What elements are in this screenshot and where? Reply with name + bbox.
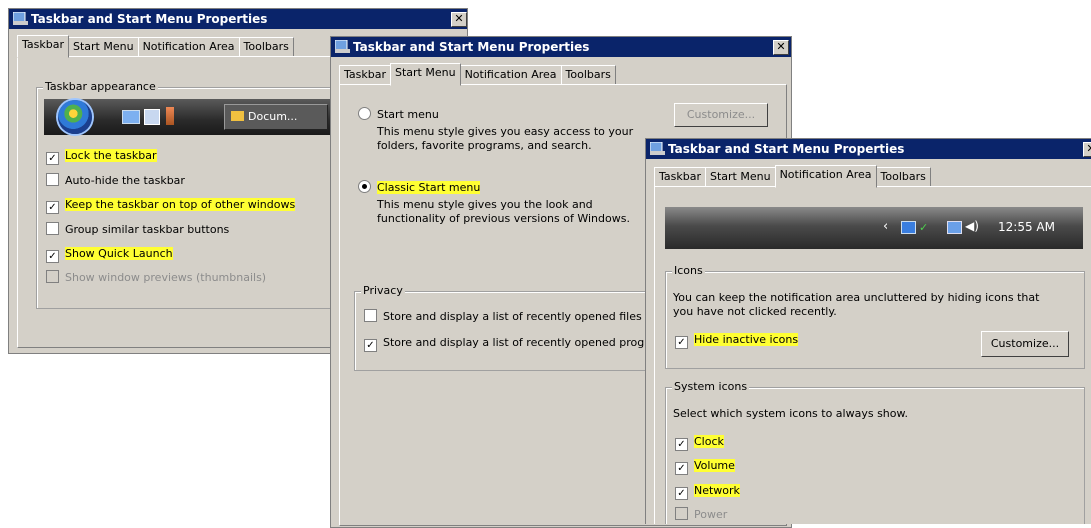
- classic-desc-2: functionality of previous versions of Wi…: [377, 212, 630, 225]
- tab-start-menu[interactable]: Start Menu: [390, 63, 461, 86]
- tab-toolbars[interactable]: Toolbars: [238, 37, 294, 57]
- show-quick-launch-checkbox[interactable]: ✓ Show Quick Launch: [46, 246, 173, 263]
- keep-on-top-label: Keep the taskbar on top of other windows: [65, 198, 296, 211]
- show-desktop-icon: [122, 110, 140, 124]
- power-checkbox: Power: [675, 507, 727, 523]
- group-buttons-label: Group similar taskbar buttons: [65, 223, 230, 236]
- start-menu-label: Start menu: [377, 108, 439, 121]
- lock-taskbar-checkbox[interactable]: ✓ Lock the taskbar: [46, 148, 157, 165]
- tab-panel: ‹ ✓ ◀) 12:55 AM Icons You can keep the n…: [654, 186, 1091, 524]
- privacy-label: Privacy: [361, 284, 405, 297]
- folder-icon: [231, 111, 244, 121]
- start-menu-desc-1: This menu style gives you easy access to…: [377, 125, 634, 138]
- tab-panel: Taskbar appearance Docum... ✓ Lock the ta…: [17, 56, 349, 348]
- window-title: Taskbar and Start Menu Properties: [668, 142, 905, 156]
- recent-files-label: Store and display a list of recently ope…: [383, 310, 642, 323]
- network-checkbox[interactable]: ✓ Network: [675, 483, 740, 500]
- classic-start-menu-label: Classic Start menu: [377, 181, 481, 194]
- window-title: Taskbar and Start Menu Properties: [31, 12, 268, 26]
- tab-strip: Taskbar Start Menu Notification Area Toolba…: [17, 35, 294, 58]
- title-bar[interactable]: Taskbar and Start Menu Properties: [9, 9, 467, 29]
- group-buttons-checkbox[interactable]: Group similar taskbar buttons: [46, 222, 229, 238]
- window-title: Taskbar and Start Menu Properties: [353, 40, 590, 54]
- security-check-icon: ✓: [919, 221, 929, 234]
- keep-on-top-checkbox[interactable]: ✓ Keep the taskbar on top of other window…: [46, 197, 296, 214]
- auto-hide-checkbox[interactable]: Auto-hide the taskbar: [46, 173, 185, 189]
- recent-programs-label: Store and display a list of recently ope…: [383, 336, 672, 349]
- power-label: Power: [694, 508, 728, 521]
- start-orb-icon: [58, 100, 92, 134]
- classic-desc-1: This menu style gives you the look and: [377, 198, 593, 211]
- clock-text[interactable]: 12:55 AM: [998, 220, 1055, 234]
- title-bar[interactable]: Taskbar and Start Menu Properties: [646, 139, 1091, 159]
- icons-desc-1: You can keep the notification area unclu…: [673, 291, 1040, 304]
- start-menu-desc-2: folders, favorite programs, and search.: [377, 139, 592, 152]
- lock-taskbar-label: Lock the taskbar: [65, 149, 157, 162]
- monitor-icon: [901, 221, 916, 234]
- start-menu-radio[interactable]: Start menu: [358, 107, 439, 123]
- switch-windows-icon: [144, 109, 160, 125]
- recent-programs-checkbox[interactable]: ✓ Store and display a list of recently op…: [364, 335, 672, 352]
- network-label: Network: [694, 484, 740, 497]
- close-button[interactable]: ✕: [1083, 142, 1091, 157]
- window-previews-checkbox: Show window previews (thumbnails): [46, 270, 266, 286]
- icons-desc-2: you have not clicked recently.: [673, 305, 837, 318]
- volume-checkbox[interactable]: ✓ Volume: [675, 458, 735, 475]
- tab-strip: Taskbar Start Menu Notification Area Toolba…: [339, 63, 616, 86]
- group-label: Taskbar appearance: [43, 80, 158, 93]
- network-icon: [947, 221, 962, 234]
- documents-taskbar-button[interactable]: Docum...: [224, 104, 328, 130]
- volume-icon: ◀): [965, 219, 979, 233]
- system-icons-desc: Select which system icons to always show…: [673, 407, 908, 420]
- volume-label: Volume: [694, 459, 735, 472]
- clock-label: Clock: [694, 435, 724, 448]
- tab-toolbars[interactable]: Toolbars: [875, 167, 931, 187]
- paint-icon: [166, 107, 174, 125]
- auto-hide-label: Auto-hide the taskbar: [65, 174, 185, 187]
- tab-toolbars[interactable]: Toolbars: [560, 65, 616, 85]
- taskbar-app-icon: [13, 12, 28, 25]
- customize-button: Customize...: [674, 103, 768, 127]
- show-hidden-chevron-icon: ‹: [883, 219, 889, 234]
- taskbar-app-icon: [335, 40, 350, 53]
- icons-label: Icons: [672, 264, 705, 277]
- taskbar-app-icon: [650, 142, 665, 155]
- tab-taskbar[interactable]: Taskbar: [339, 65, 391, 85]
- tab-start-menu[interactable]: Start Menu: [68, 37, 139, 57]
- show-quick-launch-label: Show Quick Launch: [65, 247, 173, 260]
- tab-strip: Taskbar Start Menu Notification Area Toolba…: [654, 165, 931, 188]
- clock-checkbox[interactable]: ✓ Clock: [675, 434, 724, 451]
- window-previews-label: Show window previews (thumbnails): [65, 271, 267, 284]
- tab-notification-area[interactable]: Notification Area: [459, 65, 562, 85]
- close-button[interactable]: ✕: [773, 40, 789, 55]
- customize-button[interactable]: Customize...: [981, 331, 1069, 357]
- dialog-notification-area: Taskbar and Start Menu Properties ✕ Task…: [645, 138, 1091, 524]
- classic-start-menu-radio[interactable]: Classic Start menu: [358, 180, 481, 196]
- close-button[interactable]: ✕: [451, 12, 467, 27]
- tab-taskbar[interactable]: Taskbar: [654, 167, 706, 187]
- hide-inactive-checkbox[interactable]: ✓ Hide inactive icons: [675, 332, 799, 349]
- title-bar[interactable]: Taskbar and Start Menu Properties: [331, 37, 791, 57]
- documents-label: Docum...: [248, 110, 298, 123]
- system-icons-label: System icons: [672, 380, 750, 393]
- tab-taskbar[interactable]: Taskbar: [17, 35, 69, 58]
- tray-preview: ‹ ✓ ◀) 12:55 AM: [665, 207, 1083, 249]
- tab-notification-area[interactable]: Notification Area: [774, 165, 877, 188]
- tab-notification-area[interactable]: Notification Area: [137, 37, 240, 57]
- taskbar-preview: Docum...: [44, 99, 336, 135]
- tab-start-menu[interactable]: Start Menu: [705, 167, 776, 187]
- hide-inactive-label: Hide inactive icons: [694, 333, 799, 346]
- recent-files-checkbox[interactable]: Store and display a list of recently ope…: [364, 309, 642, 325]
